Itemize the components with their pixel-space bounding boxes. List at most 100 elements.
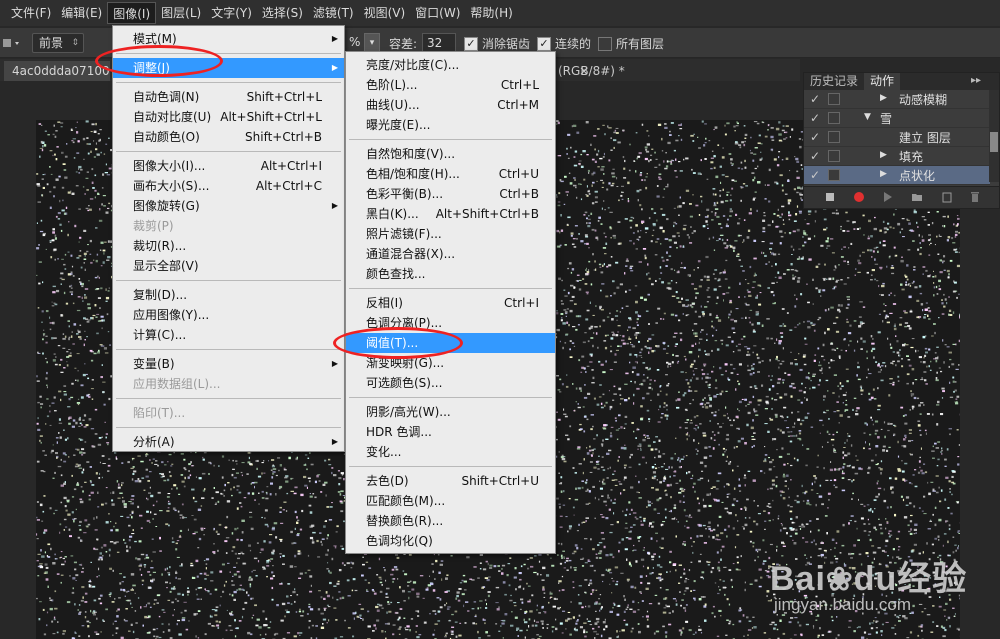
- dialog-toggle[interactable]: [828, 93, 840, 105]
- menu-item[interactable]: 替换颜色(R)...: [346, 511, 555, 531]
- menu-item[interactable]: 色彩平衡(B)... Ctrl+B: [346, 184, 555, 204]
- menu-item[interactable]: HDR 色调...: [346, 422, 555, 442]
- panel-header: 历史记录 动作 ▸▸: [804, 73, 999, 90]
- dialog-toggle[interactable]: [828, 150, 840, 162]
- action-row[interactable]: ✓ ▶ 填充: [804, 147, 990, 166]
- menu-item[interactable]: 亮度/对比度(C)...: [346, 55, 555, 75]
- menu-item-label: 自动颜色(O): [133, 130, 200, 144]
- menu-item[interactable]: 应用图像(Y)...: [113, 305, 344, 325]
- scroll-thumb[interactable]: [990, 132, 998, 152]
- menu-item[interactable]: 黑白(K)... Alt+Shift+Ctrl+B: [346, 204, 555, 224]
- play-icon[interactable]: [881, 191, 893, 203]
- checkmark-icon[interactable]: ✓: [810, 111, 822, 125]
- menu-item[interactable]: 曝光度(E)...: [346, 115, 555, 135]
- opacity-dropdown-button[interactable]: ▾: [364, 33, 380, 53]
- folder-icon[interactable]: [911, 191, 923, 203]
- action-row[interactable]: ✓ ▶ 点状化: [804, 166, 990, 185]
- close-icon[interactable]: ×: [579, 61, 589, 81]
- menu-item[interactable]: 画布大小(S)... Alt+Ctrl+C: [113, 176, 344, 196]
- menu-item-shortcut: Ctrl+L: [500, 78, 539, 92]
- menu-separator: [349, 466, 552, 467]
- menu-item[interactable]: 复制(D)...: [113, 285, 344, 305]
- chevron-down-icon[interactable]: ▼: [864, 112, 871, 122]
- menu-item[interactable]: 照片滤镜(F)...: [346, 224, 555, 244]
- menu-item[interactable]: 显示全部(V): [113, 256, 344, 276]
- menubar-item[interactable]: 文件(F): [6, 2, 56, 24]
- tab-actions[interactable]: 动作: [864, 73, 901, 90]
- menu-item-label: 变量(B): [133, 357, 175, 371]
- menu-item[interactable]: 自动颜色(O) Shift+Ctrl+B: [113, 127, 344, 147]
- checkmark-icon[interactable]: ✓: [810, 149, 822, 163]
- chevron-right-icon[interactable]: ▶: [880, 169, 887, 179]
- new-icon[interactable]: [941, 191, 953, 203]
- menu-item[interactable]: 变化...: [346, 442, 555, 462]
- checkmark-icon: ✓: [537, 36, 551, 51]
- menu-item[interactable]: 可选颜色(S)...: [346, 373, 555, 393]
- document-tab[interactable]: 4ac0ddda0710069: [4, 61, 110, 81]
- dialog-toggle[interactable]: [828, 169, 840, 181]
- menubar-item[interactable]: 选择(S): [257, 2, 308, 24]
- tab-history[interactable]: 历史记录: [804, 73, 864, 90]
- menu-item[interactable]: 自动对比度(U) Alt+Shift+Ctrl+L: [113, 107, 344, 127]
- submenu-arrow-icon: ▶: [331, 201, 338, 210]
- anti-alias-checkbox[interactable]: ✓ 消除锯齿: [464, 35, 530, 52]
- menu-item-label: 裁剪(P): [133, 219, 174, 233]
- menubar-item[interactable]: 帮助(H): [465, 2, 517, 24]
- chevron-right-icon[interactable]: ▶: [880, 93, 887, 103]
- checkmark-icon[interactable]: ✓: [810, 92, 822, 106]
- menubar-item[interactable]: 文字(Y): [206, 2, 257, 24]
- menu-item[interactable]: 变量(B) ▶: [113, 354, 344, 374]
- menubar-item[interactable]: 视图(V): [359, 2, 411, 24]
- menu-item[interactable]: 反相(I) Ctrl+I: [346, 293, 555, 313]
- action-row[interactable]: ✓ ▼ 雪: [804, 109, 990, 128]
- menubar-item[interactable]: 滤镜(T): [308, 2, 359, 24]
- menu-item[interactable]: 计算(C)...: [113, 325, 344, 345]
- menu-separator: [349, 139, 552, 140]
- menu-item[interactable]: 色阶(L)... Ctrl+L: [346, 75, 555, 95]
- menu-item-label: 亮度/对比度(C)...: [366, 58, 460, 72]
- menubar-item[interactable]: 编辑(E): [56, 2, 107, 24]
- menubar-item[interactable]: 图层(L): [156, 2, 206, 24]
- menu-item-label: 匹配颜色(M)...: [366, 494, 446, 508]
- delete-icon[interactable]: [969, 191, 981, 203]
- menu-item[interactable]: 色调均化(Q): [346, 531, 555, 551]
- contiguous-checkbox[interactable]: ✓ 连续的: [537, 35, 591, 52]
- menu-item[interactable]: 色相/饱和度(H)... Ctrl+U: [346, 164, 555, 184]
- menu-item-label: 自动色调(N): [133, 90, 200, 104]
- menu-item[interactable]: 去色(D) Shift+Ctrl+U: [346, 471, 555, 491]
- menu-item-shortcut: Alt+Shift+Ctrl+B: [435, 207, 539, 221]
- tool-preset-picker[interactable]: [0, 34, 22, 52]
- dialog-toggle[interactable]: [828, 131, 840, 143]
- chevron-right-icon[interactable]: ▶: [880, 150, 887, 160]
- tolerance-input[interactable]: 32: [422, 33, 456, 53]
- menu-item-label: 色阶(L)...: [366, 78, 418, 92]
- checkmark-icon[interactable]: ✓: [810, 130, 822, 144]
- menu-item[interactable]: 分析(A) ▶: [113, 432, 344, 452]
- record-icon[interactable]: [853, 191, 865, 203]
- menu-item[interactable]: 颜色查找...: [346, 264, 555, 284]
- menu-separator: [349, 397, 552, 398]
- menu-item[interactable]: 自然饱和度(V)...: [346, 144, 555, 164]
- fill-source-select[interactable]: 前景 ⇕: [32, 33, 84, 53]
- action-row[interactable]: ✓ 建立 图层: [804, 128, 990, 147]
- menu-item[interactable]: 匹配颜色(M)...: [346, 491, 555, 511]
- dialog-toggle[interactable]: [828, 112, 840, 124]
- menu-item[interactable]: 阴影/高光(W)...: [346, 402, 555, 422]
- panel-scrollbar[interactable]: [989, 90, 999, 182]
- action-row[interactable]: ✓ ▶ 动感模糊: [804, 90, 990, 109]
- stop-icon[interactable]: [824, 191, 836, 203]
- menu-separator: [349, 288, 552, 289]
- menu-item[interactable]: 通道混合器(X)...: [346, 244, 555, 264]
- menu-item-label: HDR 色调...: [366, 425, 432, 439]
- menu-item[interactable]: 图像大小(I)... Alt+Ctrl+I: [113, 156, 344, 176]
- menubar-item[interactable]: 窗口(W): [410, 2, 465, 24]
- menu-item[interactable]: 曲线(U)... Ctrl+M: [346, 95, 555, 115]
- checkmark-icon[interactable]: ✓: [810, 168, 822, 182]
- menu-item-shortcut: Shift+Ctrl+L: [246, 90, 322, 104]
- menubar-item[interactable]: 图像(I): [107, 2, 157, 24]
- menu-item[interactable]: 自动色调(N) Shift+Ctrl+L: [113, 87, 344, 107]
- menu-item[interactable]: 裁切(R)...: [113, 236, 344, 256]
- menu-item[interactable]: 图像旋转(G) ▶: [113, 196, 344, 216]
- panel-menu-icon[interactable]: ▸▸: [971, 75, 981, 86]
- all-layers-checkbox[interactable]: 所有图层: [598, 35, 664, 52]
